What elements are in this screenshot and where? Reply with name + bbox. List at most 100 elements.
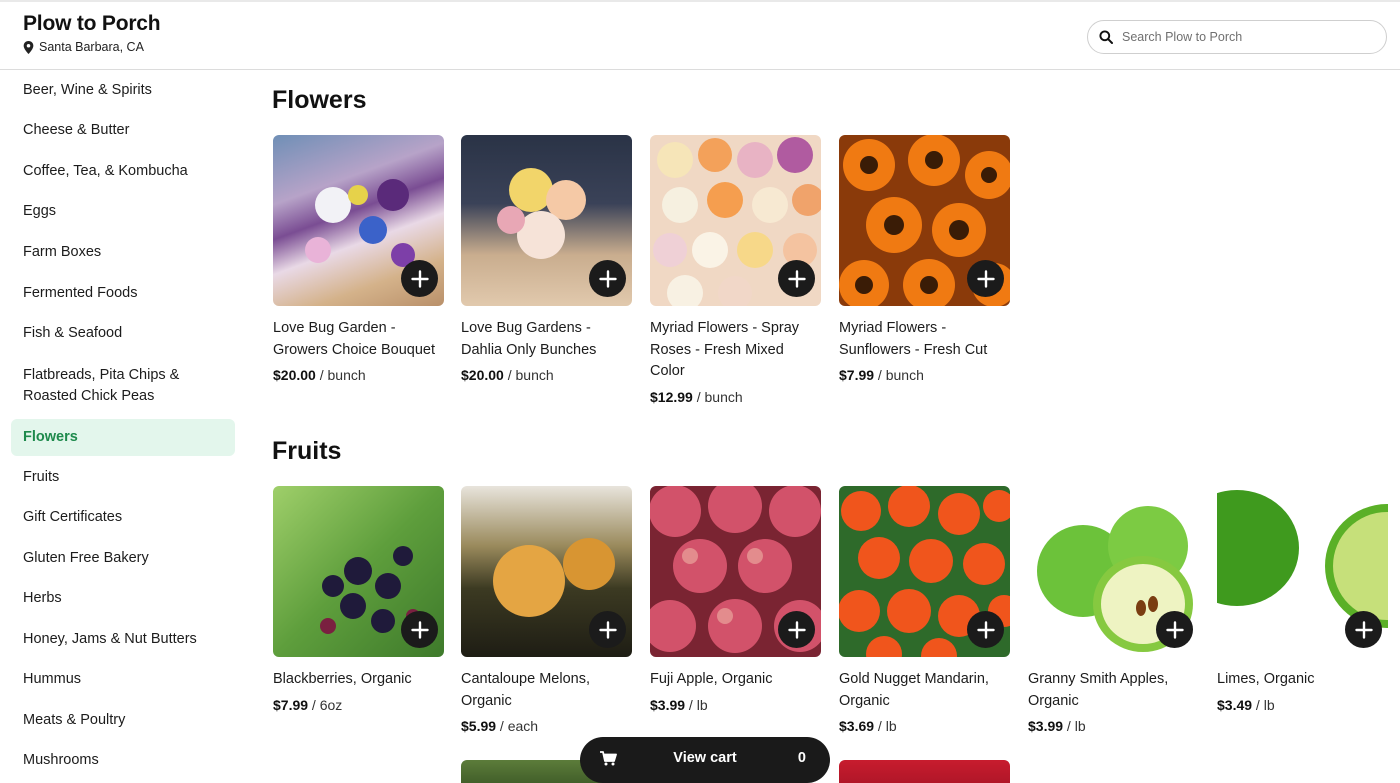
sidebar-item-meats-poultry[interactable]: Meats & Poultry (11, 710, 235, 731)
sidebar-item-label: Fruits (23, 469, 60, 485)
add-to-cart-button[interactable] (778, 611, 815, 648)
add-to-cart-button[interactable] (1156, 611, 1193, 648)
add-to-cart-button[interactable] (401, 260, 438, 297)
add-to-cart-button[interactable] (967, 260, 1004, 297)
sidebar-item-gift-certificates[interactable]: Gift Certificates (11, 507, 235, 528)
product-name[interactable]: Limes, Organic (1217, 669, 1388, 691)
price-amount: $20.00 (273, 367, 316, 383)
add-to-cart-button[interactable] (401, 611, 438, 648)
product-listing: Flowers Love Bug Garden - Growers Choice… (250, 70, 1400, 783)
product-image-partial[interactable] (839, 760, 1010, 783)
plus-icon (410, 269, 429, 288)
sidebar-item-gluten-free-bakery[interactable]: Gluten Free Bakery (11, 548, 235, 569)
product-image[interactable] (839, 486, 1010, 657)
product-name[interactable]: Blackberries, Organic (273, 669, 444, 691)
product-name[interactable]: Fuji Apple, Organic (650, 669, 821, 691)
plus-icon (787, 269, 806, 288)
add-to-cart-button[interactable] (1345, 611, 1382, 648)
product-image[interactable] (273, 135, 444, 306)
sidebar-item-label: Flatbreads, Pita Chips & Roasted Chick P… (23, 366, 180, 404)
product-name[interactable]: Love Bug Gardens - Dahlia Only Bunches (461, 318, 632, 361)
product-image[interactable] (461, 135, 632, 306)
plus-icon (410, 620, 429, 639)
price-unit: / bunch (315, 367, 366, 383)
product-name[interactable]: Gold Nugget Mandarin, Organic (839, 669, 1010, 712)
product-card[interactable]: Gold Nugget Mandarin, Organic $3.69 / lb (839, 486, 1010, 734)
product-card[interactable]: Myriad Flowers - Spray Roses - Fresh Mix… (650, 135, 821, 405)
price-amount: $7.99 (273, 696, 309, 713)
sidebar-item-flowers[interactable]: Flowers (11, 419, 235, 456)
sidebar-item-beer-wine-spirits[interactable]: Beer, Wine & Spirits (11, 80, 235, 101)
product-image[interactable] (650, 135, 821, 306)
product-card[interactable]: Granny Smith Apples, Organic $3.99 / lb (1028, 486, 1199, 734)
search-input[interactable] (1122, 30, 1372, 44)
price-unit: / lb (1252, 696, 1275, 713)
sidebar-item-fruits[interactable]: Fruits (11, 467, 235, 488)
add-to-cart-button[interactable] (967, 611, 1004, 648)
product-image[interactable] (273, 486, 444, 657)
product-card[interactable]: Limes, Organic $3.49 / lb (1217, 486, 1388, 713)
add-to-cart-button[interactable] (778, 260, 815, 297)
product-card[interactable]: Blackberries, Organic $7.99 / 6oz (273, 486, 444, 713)
cart-count: 0 (797, 750, 806, 766)
product-card[interactable]: Love Bug Gardens - Dahlia Only Bunches $… (461, 135, 632, 383)
top-header: Plow to Porch Santa Barbara, CA (0, 0, 1400, 70)
sidebar-item-label: Fermented Foods (23, 285, 138, 301)
product-name[interactable]: Cantaloupe Melons, Organic (461, 669, 632, 712)
plus-icon (1354, 620, 1373, 639)
view-cart-label: View cart (673, 750, 737, 766)
plus-icon (976, 620, 995, 639)
product-card[interactable]: Fuji Apple, Organic $3.99 / lb (650, 486, 821, 713)
product-price: $5.99 / each (461, 718, 632, 734)
sidebar-item-fish-seafood[interactable]: Fish & Seafood (11, 323, 235, 344)
price-unit: / lb (685, 696, 708, 713)
plus-icon (1165, 620, 1184, 639)
section-title-flowers: Flowers (272, 86, 367, 114)
sidebar-item-label: Flowers (23, 429, 78, 445)
price-unit: / bunch (692, 388, 743, 405)
add-to-cart-button[interactable] (589, 611, 626, 648)
product-price: $3.99 / lb (1028, 718, 1199, 734)
product-card[interactable]: Myriad Flowers - Sunflowers - Fresh Cut … (839, 135, 1010, 383)
product-card[interactable]: Cantaloupe Melons, Organic $5.99 / each (461, 486, 632, 734)
price-unit: / lb (874, 718, 897, 734)
product-name[interactable]: Myriad Flowers - Spray Roses - Fresh Mix… (650, 318, 821, 383)
sidebar-item-farm-boxes[interactable]: Farm Boxes (11, 242, 235, 263)
section-title-fruits: Fruits (272, 437, 342, 465)
sidebar-item-fermented-foods[interactable]: Fermented Foods (11, 283, 235, 304)
product-name[interactable]: Love Bug Garden - Growers Choice Bouquet (273, 318, 444, 361)
price-amount: $3.49 (1217, 696, 1253, 713)
search-box[interactable] (1087, 20, 1387, 54)
sidebar-item-label: Fish & Seafood (23, 325, 123, 341)
product-price: $7.99 / 6oz (273, 697, 444, 713)
product-image[interactable] (1028, 486, 1199, 657)
category-sidebar: Beer, Wine & Spirits Cheese & Butter Cof… (0, 70, 250, 783)
sidebar-item-eggs[interactable]: Eggs (11, 201, 235, 222)
sidebar-item-coffee-tea-kombucha[interactable]: Coffee, Tea, & Kombucha (11, 161, 235, 182)
sidebar-item-herbs[interactable]: Herbs (11, 588, 235, 609)
sidebar-item-label: Farm Boxes (23, 244, 102, 260)
product-name[interactable]: Granny Smith Apples, Organic (1028, 669, 1199, 712)
sidebar-item-label: Eggs (23, 203, 57, 219)
product-name[interactable]: Myriad Flowers - Sunflowers - Fresh Cut (839, 318, 1010, 361)
price-unit: / each (496, 718, 539, 734)
store-location[interactable]: Santa Barbara, CA (23, 40, 144, 54)
plus-icon (598, 269, 617, 288)
store-name[interactable]: Plow to Porch (23, 12, 161, 36)
product-image[interactable] (839, 135, 1010, 306)
sidebar-item-flatbreads[interactable]: Flatbreads, Pita Chips & Roasted Chick P… (11, 364, 211, 407)
product-image[interactable] (650, 486, 821, 657)
sidebar-item-honey-jams[interactable]: Honey, Jams & Nut Butters (11, 629, 235, 650)
product-price: $3.69 / lb (839, 718, 1010, 734)
sidebar-item-hummus[interactable]: Hummus (11, 669, 235, 690)
product-card[interactable]: Love Bug Garden - Growers Choice Bouquet… (273, 135, 444, 383)
view-cart-button[interactable]: View cart 0 (580, 737, 830, 783)
product-price: $12.99 / bunch (650, 389, 821, 405)
product-image[interactable] (1217, 486, 1388, 657)
sidebar-item-label: Beer, Wine & Spirits (23, 82, 152, 98)
sidebar-item-cheese-butter[interactable]: Cheese & Butter (11, 120, 235, 141)
add-to-cart-button[interactable] (589, 260, 626, 297)
product-image[interactable] (461, 486, 632, 657)
sidebar-item-mushrooms[interactable]: Mushrooms (11, 750, 235, 771)
sidebar-item-label: Meats & Poultry (23, 712, 126, 728)
